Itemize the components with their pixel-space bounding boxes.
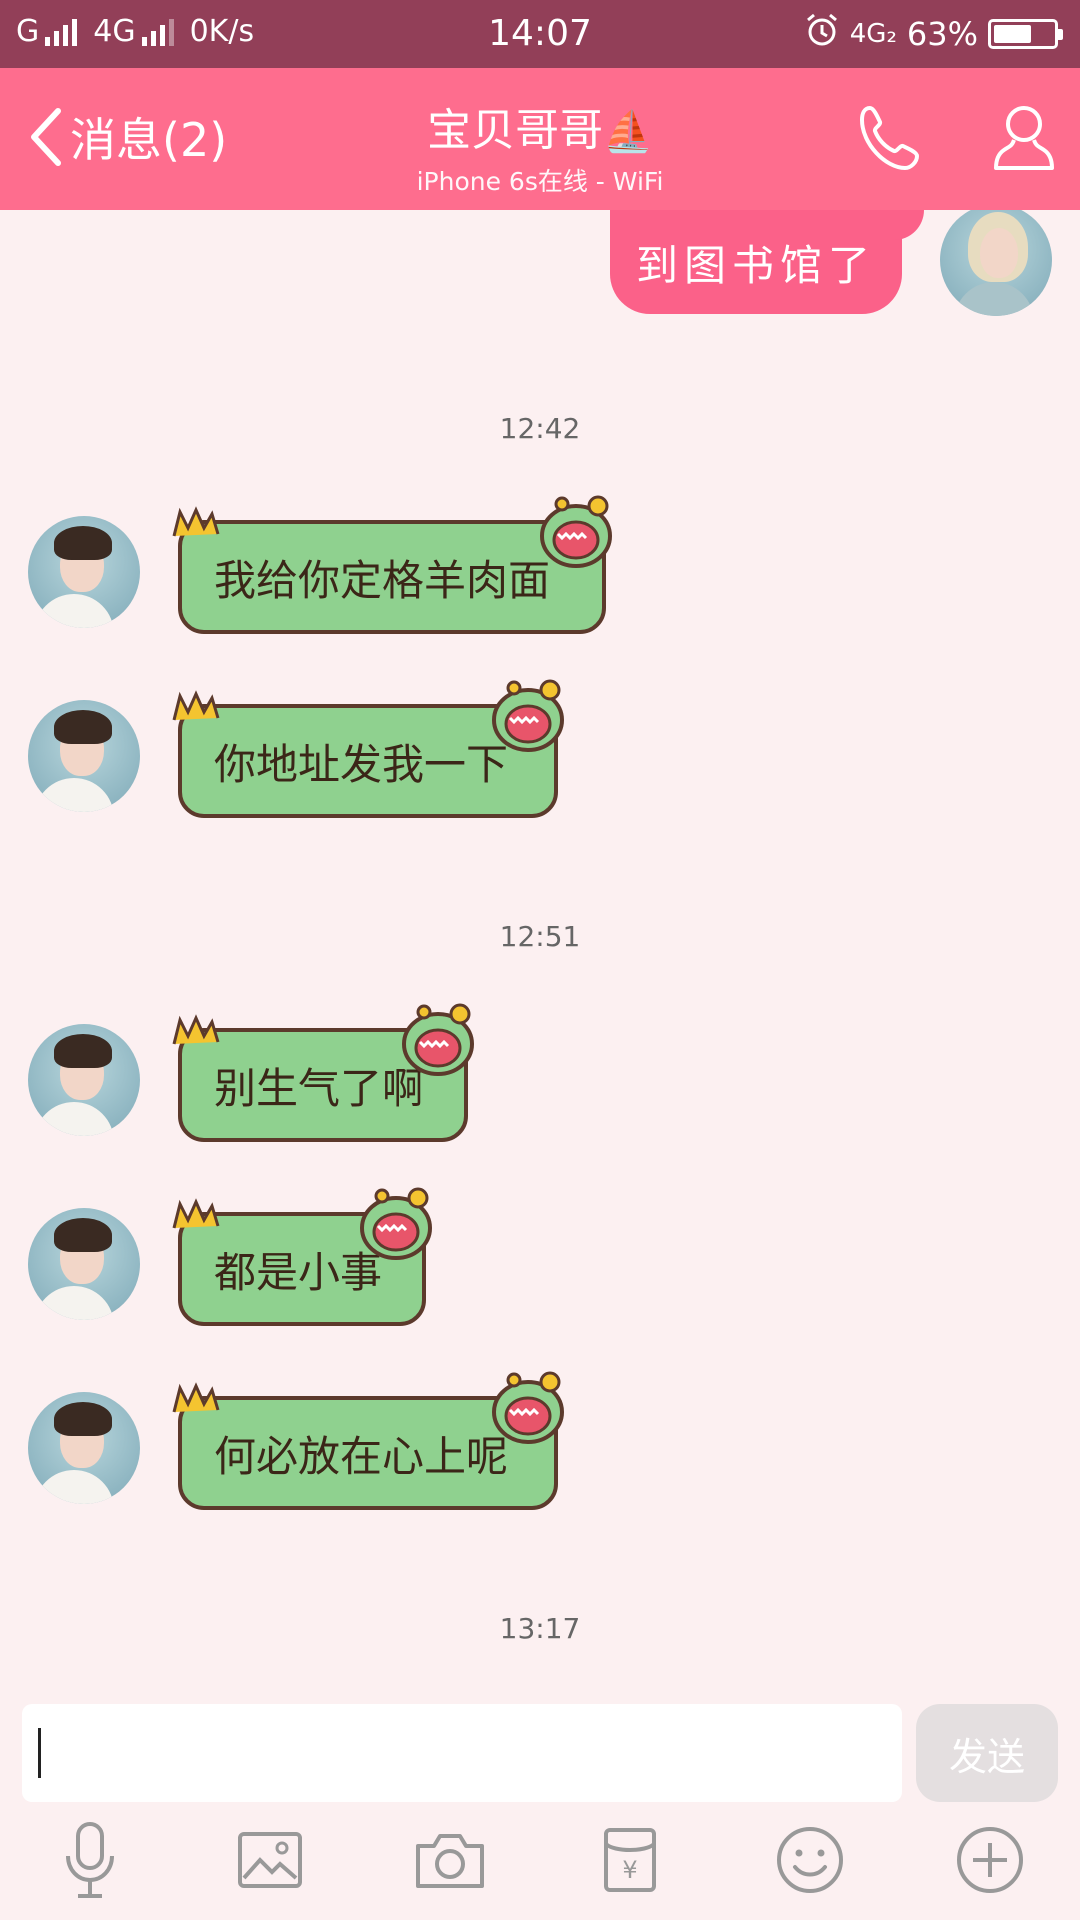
plus-icon[interactable]	[950, 1820, 1030, 1900]
network-right-label: 4G₂	[849, 19, 897, 49]
message-text: 到图书馆了	[635, 240, 876, 290]
timestamp: 12:51	[499, 920, 581, 953]
battery-label: 63%	[906, 15, 978, 53]
my-avatar[interactable]	[940, 210, 1052, 316]
camera-icon[interactable]	[410, 1820, 490, 1900]
bubble-spikes-decoration	[172, 1014, 220, 1045]
monster-decoration-icon	[492, 679, 564, 752]
person-icon	[994, 106, 1054, 170]
message-list[interactable]: 到图书馆了 12:42 我给你定格羊肉面 你地址发我一下 12:51 别生气了啊…	[0, 210, 1080, 1700]
bubble-spikes-decoration	[172, 1198, 220, 1229]
message-text: 你地址发我一下	[214, 739, 509, 789]
received-message-bubble[interactable]: 你地址发我一下	[172, 679, 564, 818]
call-button[interactable]	[856, 102, 928, 178]
chat-header: 消息(2) 宝贝哥哥⛵ iPhone 6s在线 - WiFi	[0, 68, 1080, 210]
image-icon[interactable]	[230, 1820, 310, 1900]
svg-text:¥: ¥	[622, 1856, 637, 1884]
monster-decoration-icon	[540, 495, 612, 568]
monster-decoration-icon	[360, 1187, 432, 1260]
red-packet-icon[interactable]: ¥	[590, 1820, 670, 1900]
send-button[interactable]: 发送	[916, 1704, 1058, 1802]
status-bar: G 4G 0K/s 14:07 4G₂ 63%	[0, 0, 1080, 68]
microphone-icon[interactable]	[50, 1820, 130, 1900]
text-caret	[38, 1728, 41, 1778]
received-message-bubble[interactable]: 何必放在心上呢	[172, 1371, 564, 1510]
received-message-bubble[interactable]: 我给你定格羊肉面	[172, 495, 612, 634]
composer: 发送 ¥	[0, 1700, 1080, 1920]
alarm-icon	[804, 12, 840, 56]
phone-icon	[860, 106, 919, 170]
message-text: 我给你定格羊肉面	[214, 555, 551, 605]
contact-name-text: 宝贝哥哥	[427, 105, 604, 156]
contact-avatar[interactable]	[28, 1024, 140, 1136]
contact-avatar[interactable]	[28, 1392, 140, 1504]
my-message-bubble[interactable]: 到图书馆了	[610, 210, 924, 314]
received-message-bubble[interactable]: 都是小事	[172, 1187, 432, 1326]
emoji-icon[interactable]	[770, 1820, 850, 1900]
bubble-spikes-decoration	[172, 1382, 220, 1413]
contact-avatar[interactable]	[28, 1208, 140, 1320]
timestamp: 13:17	[499, 1612, 581, 1645]
contact-avatar[interactable]	[28, 700, 140, 812]
status-right: 4G₂ 63%	[804, 12, 1063, 56]
message-text: 别生气了啊	[214, 1063, 425, 1113]
monster-decoration-icon	[492, 1371, 564, 1444]
timestamp: 12:42	[499, 412, 581, 445]
message-text: 何必放在心上呢	[214, 1431, 509, 1481]
profile-button[interactable]	[990, 100, 1058, 180]
bubble-spikes-decoration	[172, 506, 220, 537]
battery-icon	[988, 19, 1063, 49]
sailboat-icon: ⛵	[603, 109, 653, 155]
contact-avatar[interactable]	[28, 516, 140, 628]
composer-toolbar: ¥	[0, 1820, 1080, 1920]
received-message-bubble[interactable]: 别生气了啊	[172, 1003, 474, 1142]
message-input[interactable]	[22, 1704, 902, 1802]
monster-decoration-icon	[402, 1003, 474, 1076]
bubble-spikes-decoration	[172, 690, 220, 721]
